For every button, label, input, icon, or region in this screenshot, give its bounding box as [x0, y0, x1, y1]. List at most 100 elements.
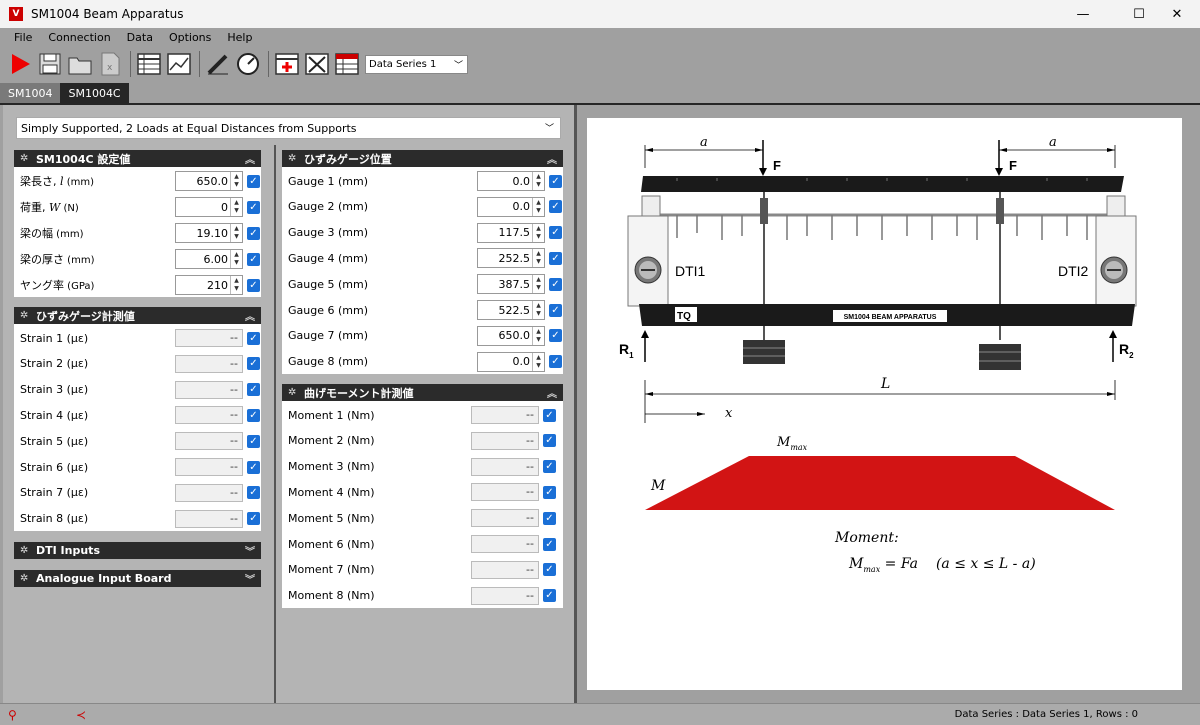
gauge-row-value[interactable]: 252.5 ▲ ▼	[477, 248, 545, 269]
strain-panel: ✲ ひずみゲージ計測値 ︽ Strain 1 (με) -- ✓ Strain 2 (…	[14, 307, 261, 531]
dti-panel: ✲ DTI Inputs ︾	[14, 542, 261, 559]
strain-panel-header[interactable]: ✲ ひずみゲージ計測値 ︽	[14, 307, 261, 324]
spinner-arrows-icon[interactable]: ▲ ▼	[532, 223, 544, 242]
menu-options[interactable]: Options	[161, 31, 219, 44]
checkbox[interactable]: ✓	[247, 331, 260, 345]
gear-icon: ✲	[288, 152, 297, 164]
moment-row-label: Moment 2 (Nm)	[288, 434, 375, 448]
gauge-row-value[interactable]: 650.0 ▲ ▼	[477, 325, 545, 346]
checkbox[interactable]: ✓	[549, 277, 562, 291]
menu-connection[interactable]: Connection	[40, 31, 118, 44]
export-excel-button[interactable]: x	[96, 50, 124, 78]
spinner-arrows-icon[interactable]: ▲ ▼	[532, 172, 544, 190]
spinner-arrows-icon[interactable]: ▲ ▼	[532, 301, 544, 319]
status-bar: ⚲ ≺ Data Series : Data Series 1, Rows : …	[0, 703, 1200, 725]
checkbox[interactable]: ✓	[543, 537, 556, 551]
spinner-arrows-icon[interactable]: ▲ ▼	[532, 352, 544, 371]
gauge-button[interactable]	[234, 50, 262, 78]
add-row-button[interactable]	[273, 50, 301, 78]
checkbox[interactable]: ✓	[247, 357, 260, 371]
checkbox[interactable]: ✓	[543, 485, 556, 499]
dti-panel-header[interactable]: ✲ DTI Inputs ︾	[14, 542, 261, 559]
gauge-row-value[interactable]: 387.5 ▲ ▼	[477, 274, 545, 295]
spinner-arrows-icon[interactable]: ▲ ▼	[532, 326, 544, 345]
beam-length-input[interactable]: 650.0 ▲ ▼	[175, 171, 243, 191]
checkbox[interactable]: ✓	[543, 408, 556, 422]
checkbox[interactable]: ✓	[247, 226, 260, 240]
moment-row-value: --	[471, 457, 539, 476]
spinner-arrows-icon[interactable]: ▲ ▼	[230, 224, 242, 242]
data-series-select[interactable]: Data Series 1 ﹀	[365, 54, 468, 74]
checkbox[interactable]: ✓	[549, 329, 562, 343]
minimize-button[interactable]: —	[1060, 0, 1106, 28]
expand-icon[interactable]: ︾	[245, 571, 255, 586]
checkbox[interactable]: ✓	[549, 174, 562, 188]
checkbox[interactable]: ✓	[247, 486, 260, 500]
checkbox[interactable]: ✓	[549, 355, 562, 369]
checkbox[interactable]: ✓	[247, 434, 260, 448]
gauge-row-value[interactable]: 117.5 ▲ ▼	[477, 222, 545, 243]
checkbox[interactable]: ✓	[549, 200, 562, 214]
open-button[interactable]	[66, 50, 94, 78]
checkbox[interactable]: ✓	[247, 174, 260, 188]
checkbox[interactable]: ✓	[543, 511, 556, 525]
beam-thickness-input[interactable]: 6.00 ▲ ▼	[175, 249, 243, 269]
gauge-panel-header[interactable]: ✲ ひずみゲージ位置 ︽	[282, 150, 563, 167]
checkbox[interactable]: ✓	[549, 251, 562, 265]
toolbar: x Data Series 1 ﹀	[0, 47, 1200, 81]
delete-row-button[interactable]	[303, 50, 331, 78]
collapse-icon[interactable]: ︽	[547, 151, 557, 166]
checkbox[interactable]: ✓	[543, 563, 556, 577]
spinner-arrows-icon[interactable]: ▲ ▼	[532, 197, 544, 216]
spinner-arrows-icon[interactable]: ▲ ▼	[230, 172, 242, 190]
checkbox[interactable]: ✓	[247, 252, 260, 266]
spinner-arrows-icon[interactable]: ▲ ▼	[230, 198, 242, 216]
checkbox[interactable]: ✓	[247, 460, 260, 474]
tab-sm1004c[interactable]: SM1004C	[60, 83, 129, 104]
configuration-select[interactable]: Simply Supported, 2 Loads at Equal Dista…	[16, 117, 561, 139]
spinner-arrows-icon[interactable]: ▲ ▼	[532, 275, 544, 294]
moment-panel-header[interactable]: ✲ 曲げモーメント計測値 ︽	[282, 384, 563, 401]
setting-label: 梁の厚さ (mm)	[20, 253, 95, 266]
checkbox[interactable]: ✓	[549, 226, 562, 240]
spinner-arrows-icon[interactable]: ▲ ▼	[230, 250, 242, 268]
strain-row: Strain 8 (με) -- ✓	[14, 506, 261, 532]
beam-width-input[interactable]: 19.10 ▲ ▼	[175, 223, 243, 243]
checkbox[interactable]: ✓	[543, 460, 556, 474]
collapse-icon[interactable]: ︽	[547, 385, 557, 400]
checkbox[interactable]: ✓	[247, 512, 260, 526]
value-text: 252.5	[498, 251, 531, 265]
gauge-row-value[interactable]: 0.0 ▲ ▼	[477, 351, 545, 372]
checkbox[interactable]: ✓	[247, 200, 260, 214]
spinner-arrows-icon[interactable]: ▲ ▼	[230, 276, 242, 294]
checkbox[interactable]: ✓	[543, 434, 556, 448]
checkbox[interactable]: ✓	[247, 383, 260, 397]
gauge-row-value[interactable]: 0.0 ▲ ▼	[477, 171, 545, 191]
run-button[interactable]	[6, 50, 34, 78]
collapse-icon[interactable]: ︽	[245, 308, 255, 323]
analogue-panel-header[interactable]: ✲ Analogue Input Board ︾	[14, 570, 261, 587]
menu-file[interactable]: File	[6, 31, 40, 44]
load-input[interactable]: 0 ▲ ▼	[175, 197, 243, 217]
tab-sm1004[interactable]: SM1004	[0, 83, 61, 104]
expand-icon[interactable]: ︾	[245, 543, 255, 558]
new-series-button[interactable]	[333, 50, 361, 78]
graph-view-button[interactable]	[165, 50, 193, 78]
gauge-row-value[interactable]: 522.5 ▲ ▼	[477, 300, 545, 320]
close-button[interactable]: ✕	[1154, 0, 1200, 28]
menu-data[interactable]: Data	[119, 31, 161, 44]
table-view-button[interactable]	[135, 50, 163, 78]
save-button[interactable]	[36, 50, 64, 78]
settings-panel-header[interactable]: ✲ SM1004C 設定値 ︽	[14, 150, 261, 167]
youngs-modulus-input[interactable]: 210 ▲ ▼	[175, 275, 243, 295]
checkbox[interactable]: ✓	[247, 278, 260, 292]
edit-button[interactable]	[204, 50, 232, 78]
checkbox[interactable]: ✓	[247, 408, 260, 422]
spinner-arrows-icon[interactable]: ▲ ▼	[532, 249, 544, 268]
gauge-row-value[interactable]: 0.0 ▲ ▼	[477, 196, 545, 217]
menu-help[interactable]: Help	[219, 31, 260, 44]
collapse-icon[interactable]: ︽	[245, 151, 255, 166]
checkbox[interactable]: ✓	[549, 303, 562, 317]
splitter[interactable]	[574, 105, 577, 703]
checkbox[interactable]: ✓	[543, 589, 556, 603]
